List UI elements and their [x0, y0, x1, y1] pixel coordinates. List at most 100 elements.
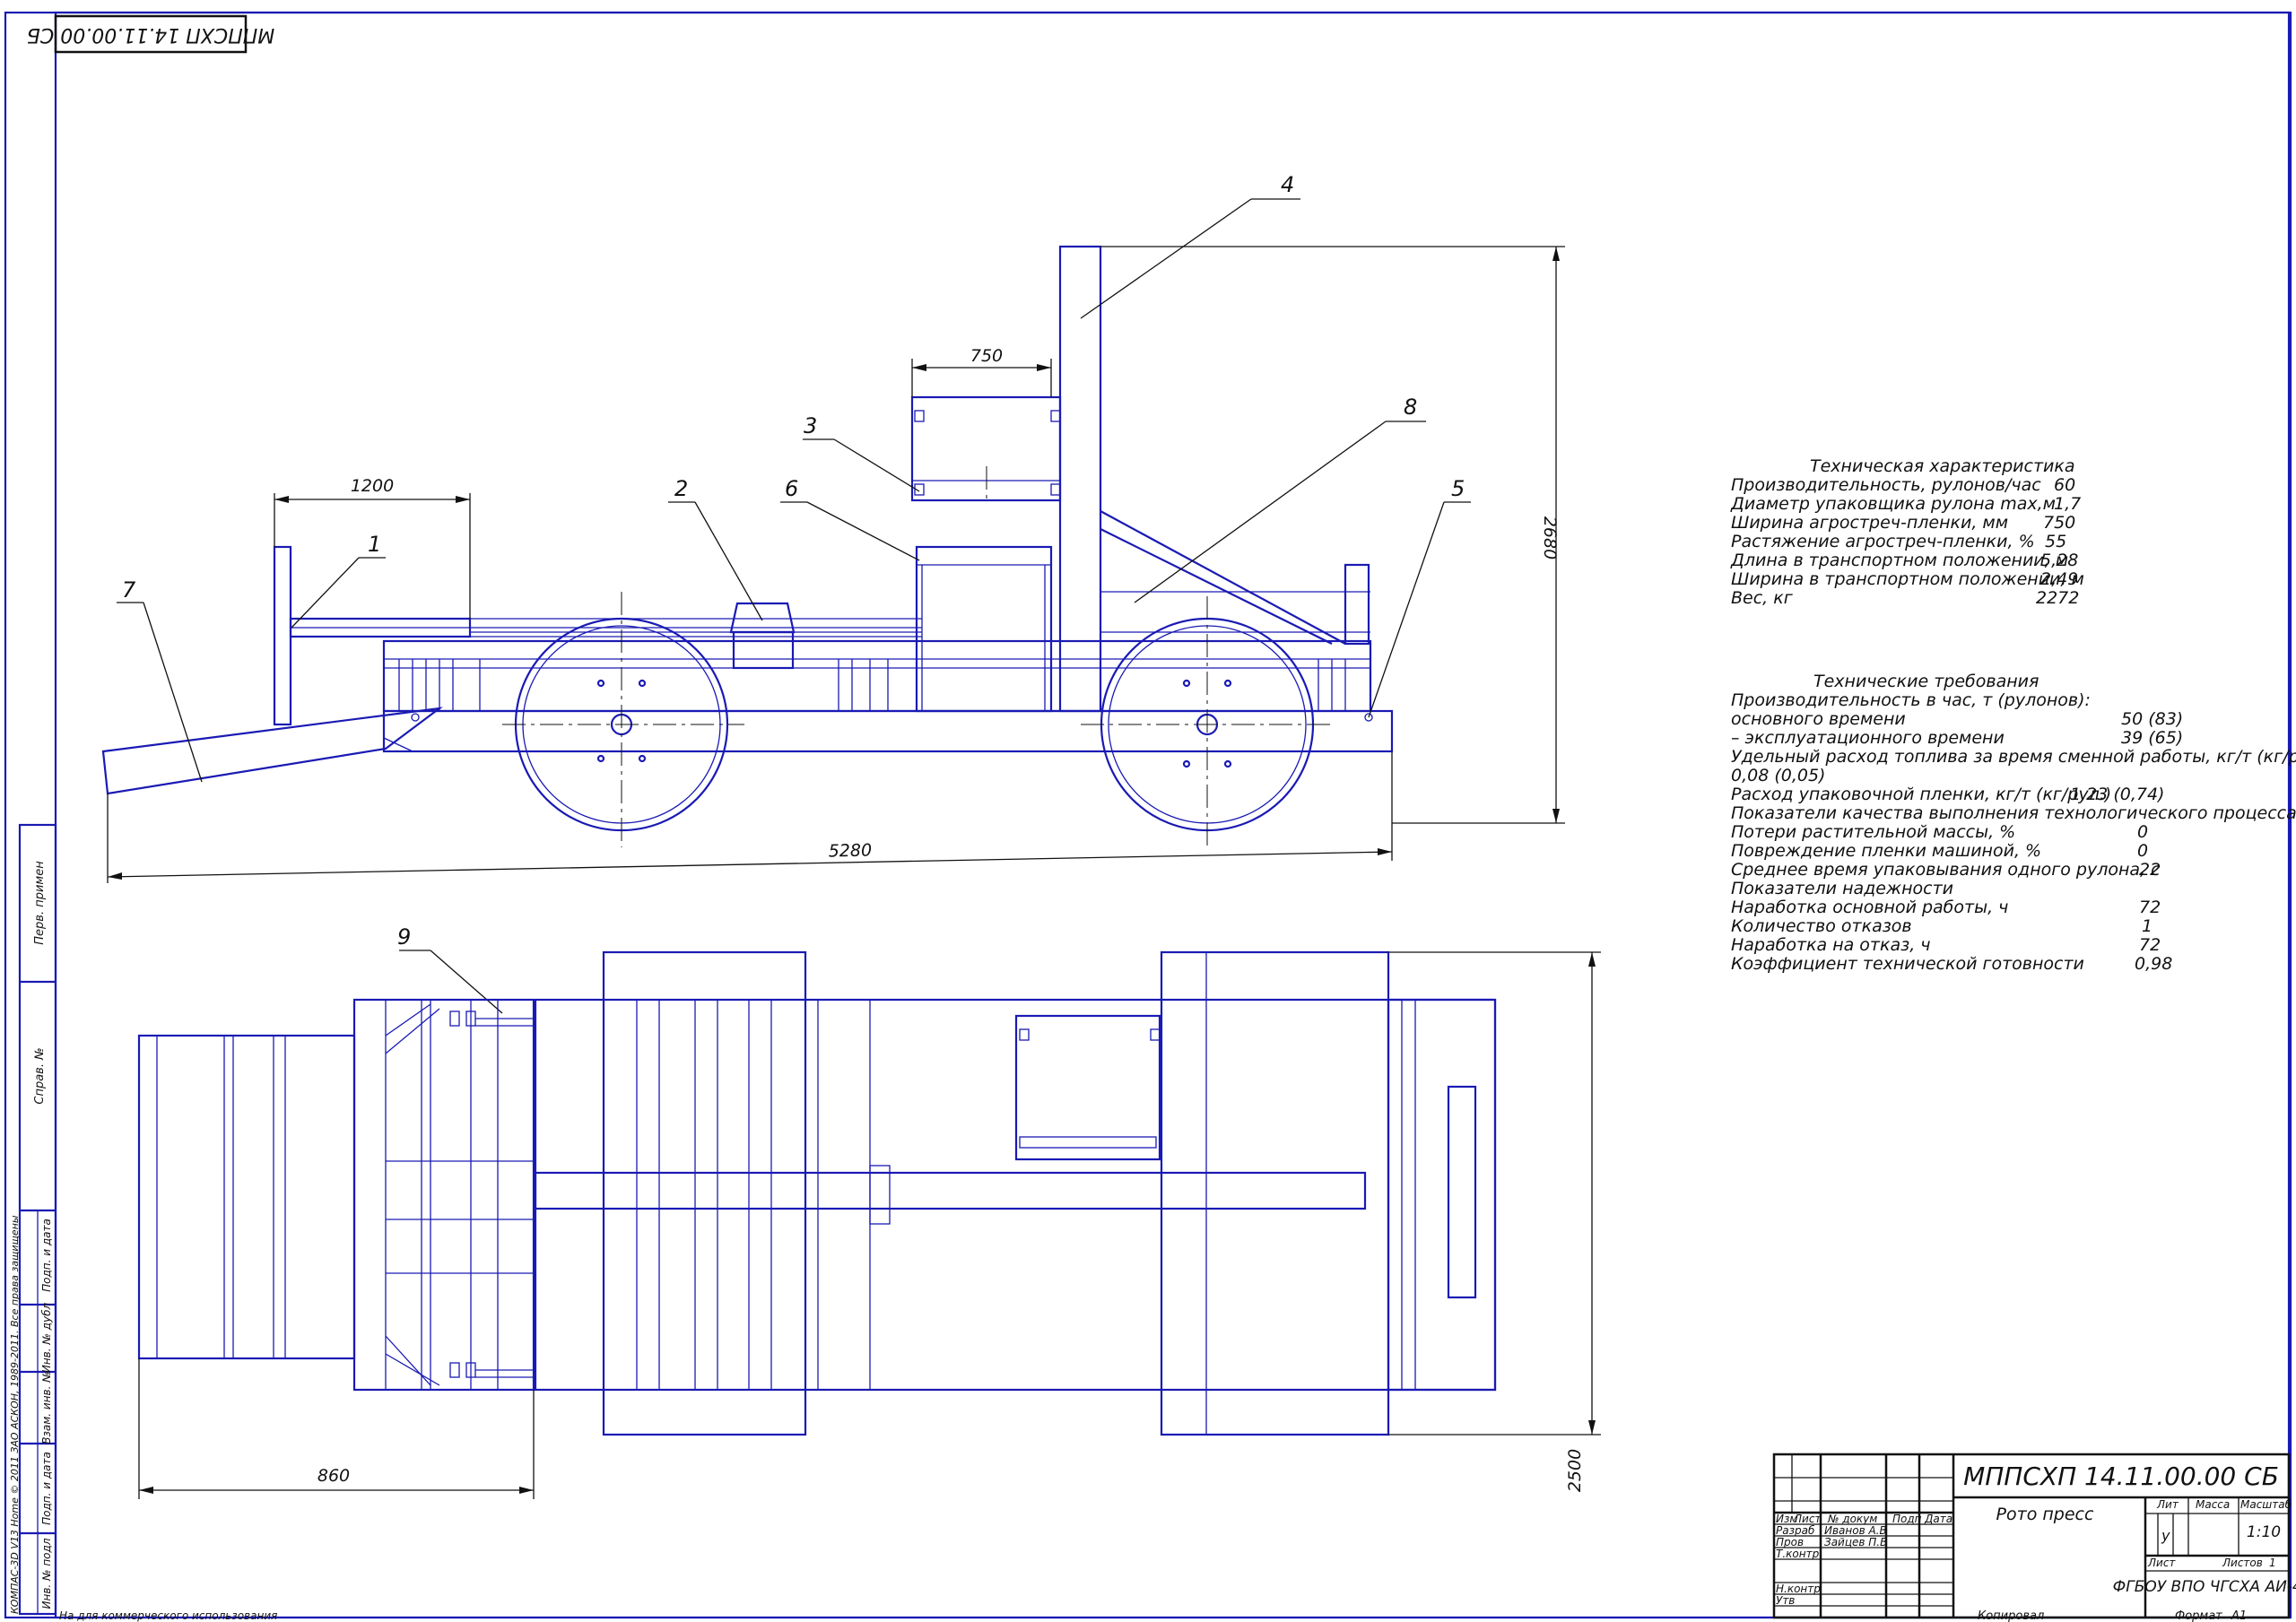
- tech-char-row-2-value: 750: [2043, 513, 2075, 533]
- tech-req-row-10-label: Показатели надежности: [1731, 879, 1953, 898]
- tech-req-row-13-value: 72: [2139, 935, 2161, 955]
- side-perv-primen: Перв. примен: [33, 861, 47, 945]
- tech-char-row-6-label: Вес, кг: [1731, 588, 1794, 608]
- tech-req-row-8-label: Повреждение пленки машиной, %: [1731, 841, 2041, 861]
- side-sprav-no: Справ. №: [33, 1047, 47, 1104]
- tech-req-row-1-label: основного времени: [1731, 709, 1906, 729]
- side-inv-podl: Инв. № подл: [40, 1538, 53, 1609]
- tb-massa: Масса: [2196, 1498, 2230, 1511]
- tech-req-row-14-label: Коэффициент технической готовности: [1731, 954, 2084, 974]
- tech-req-row-14-value: 0,98: [2135, 954, 2172, 974]
- side-inv-dubl: Инв. № дубл: [40, 1303, 53, 1374]
- dim-750: 750: [970, 346, 1003, 366]
- tb-lit: Лит: [2156, 1498, 2179, 1511]
- tech-char-title: Техническая характеристика: [1810, 456, 2074, 476]
- position-5: 5: [1451, 476, 1465, 501]
- tb-header-list: Лист: [1793, 1513, 1822, 1525]
- dim-5280: 5280: [828, 841, 872, 862]
- position-7: 7: [122, 577, 136, 603]
- position-callouts: 1 2 3 4 5 6 7 8 9: [117, 172, 1471, 1014]
- dim-2680: 2680: [1540, 516, 1560, 559]
- position-2: 2: [674, 476, 688, 501]
- tech-char-row-3-value: 55: [2045, 532, 2066, 551]
- tech-req-row-7-value: 0: [2137, 822, 2148, 842]
- noncommercial-note: На для коммерческого использования: [59, 1609, 277, 1622]
- tech-req-row-6-label: Показатели качества выполнения технологи…: [1731, 803, 2296, 823]
- tb-tkontr: Т.контр: [1776, 1548, 1820, 1560]
- tb-designation: МППСХП 14.11.00.00 СБ: [1963, 1462, 2279, 1491]
- tb-header-date: Дата: [1924, 1513, 1952, 1525]
- position-4: 4: [1281, 172, 1294, 197]
- tech-req-row-5-label: Расход упаковочной пленки, кг/т (кг/рул.…: [1731, 785, 2111, 804]
- tech-req-row-0-label: Производительность в час, т (рулонов):: [1731, 690, 2091, 710]
- tech-char-row-4-label: Длина в транспортном положении, м: [1730, 551, 2068, 570]
- tech-req-row-9-value: 22: [2139, 860, 2161, 880]
- support-frame: [915, 545, 1053, 713]
- tb-sheets-label: Листов: [2222, 1557, 2263, 1569]
- dim-2500: 2500: [1565, 1449, 1585, 1492]
- rotated-stamp-text: МППСХП 14.11.00.00 СБ: [27, 23, 274, 46]
- tech-characteristics: Техническая характеристика Производитель…: [1730, 456, 2084, 608]
- push-plate: [273, 545, 292, 726]
- tech-requirements: Технические требования Производительност…: [1731, 672, 2296, 974]
- tech-req-row-12-value: 1: [2142, 916, 2152, 936]
- tech-char-row-4-value: 5,28: [2040, 551, 2078, 570]
- dim-860: 860: [317, 1466, 350, 1486]
- top-view: [137, 950, 1497, 1436]
- tb-nkontr: Н.контр: [1776, 1583, 1821, 1595]
- tb-sheet-label: Лист: [2147, 1557, 2176, 1569]
- tech-req-row-9-label: Среднее время упаковывания одного рулона…: [1731, 860, 2161, 880]
- tech-char-row-0-value: 60: [2054, 475, 2075, 495]
- side-podp-data-2: Подп. и дата: [40, 1452, 53, 1525]
- tech-char-row-1-value: 1,7: [2054, 494, 2081, 514]
- tech-req-row-1-value: 50 (83): [2121, 709, 2183, 729]
- position-3: 3: [804, 413, 817, 438]
- tech-req-row-8-value: 0: [2137, 841, 2148, 861]
- side-vzam-inv: Взам. инв. №: [40, 1371, 53, 1444]
- tb-lit-value: у: [2161, 1527, 2170, 1544]
- tech-req-row-7-label: Потери растительной массы, %: [1731, 822, 2015, 842]
- format-label: Формат: [2175, 1609, 2222, 1622]
- tb-sheets-value: 1: [2269, 1557, 2276, 1569]
- tb-header-sign: Подп: [1892, 1513, 1922, 1525]
- side-column: Перв. примен Справ. № Подп. и дата Инв. …: [9, 823, 57, 1616]
- tb-prov: Пров: [1776, 1536, 1804, 1548]
- assembly-drawing: МППСХП 14.11.00.00 СБ Перв. примен Справ…: [4, 11, 2296, 1622]
- kopiroval-label: Копировал: [1978, 1609, 2044, 1622]
- main-frame-beam: [382, 709, 1394, 753]
- tb-header-doc: № докум: [1827, 1513, 1877, 1525]
- title-block: Изм Лист № докум Подп Дата Разраб Иванов…: [1772, 1453, 2296, 1619]
- position-9: 9: [397, 924, 411, 950]
- tb-utv: Утв: [1776, 1594, 1795, 1607]
- tech-req-row-12-label: Количество отказов: [1731, 916, 1912, 936]
- front-wheel: [502, 592, 744, 847]
- side-podp-data-1: Подп. и дата: [40, 1219, 53, 1292]
- side-view: [101, 245, 1394, 850]
- tech-req-row-5-value: 1,23 (0,74): [2070, 785, 2164, 804]
- tech-req-row-4-label: 0,08 (0,05): [1731, 766, 1825, 785]
- tb-razrab: Разраб: [1776, 1524, 1815, 1537]
- tech-req-row-2-value: 39 (65): [2121, 728, 2183, 748]
- rear-wheel: [1081, 596, 1332, 850]
- dim-1200: 1200: [351, 476, 394, 496]
- tech-req-row-3-label: Удельный расход топлива за время сменной…: [1731, 747, 2296, 767]
- tech-char-row-2-label: Ширина агростреч-пленки, мм: [1731, 513, 2008, 533]
- tech-char-row-3-label: Растяжение агростреч-пленки, %: [1731, 532, 2035, 551]
- tb-masshtab: Масштаб: [2240, 1498, 2292, 1511]
- tech-req-row-13-label: Наработка на отказ, ч: [1731, 935, 1931, 955]
- tech-char-row-6-value: 2272: [2036, 588, 2079, 608]
- tb-name: Рото пресс: [1996, 1505, 2094, 1524]
- position-1: 1: [368, 532, 381, 557]
- position-8: 8: [1404, 395, 1417, 420]
- tb-prov-name: Зайцев П.В: [1824, 1536, 1887, 1548]
- tech-char-row-0-label: Производительность, рулонов/час: [1731, 475, 2041, 495]
- format-value: А1: [2231, 1609, 2247, 1622]
- tech-char-row-1-label: Диаметр упаковщика рулона max,м: [1730, 494, 2056, 514]
- tb-scale-value: 1:10: [2247, 1523, 2281, 1541]
- tech-req-title: Технические требования: [1813, 672, 2039, 691]
- tech-req-row-11-value: 72: [2139, 898, 2161, 917]
- tech-req-row-2-label: – эксплуатационного времени: [1731, 728, 2005, 748]
- rotated-stamp: МППСХП 14.11.00.00 СБ: [27, 14, 274, 54]
- kompas-note: КОМПАС-3D V13 Home © 2011 ЗАО АСКОН, 198…: [9, 1215, 21, 1614]
- tb-razrab-name: Иванов А.В: [1824, 1524, 1887, 1537]
